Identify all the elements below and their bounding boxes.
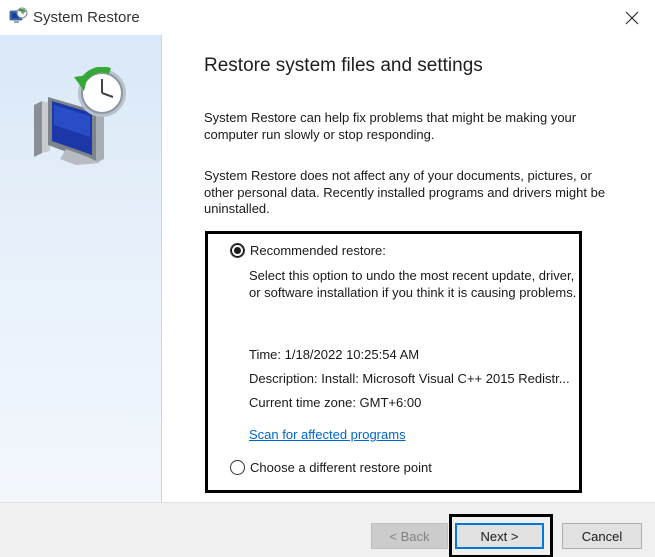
different-restore-point-radio[interactable] — [230, 460, 245, 475]
recommended-restore-description: Select this option to undo the most rece… — [249, 268, 577, 300]
close-icon — [625, 11, 639, 24]
sidebar-panel — [0, 35, 162, 502]
back-button[interactable]: < Back — [371, 523, 448, 549]
next-button[interactable]: Next > — [455, 523, 544, 549]
dialog-footer: < Back Next > Cancel — [0, 502, 655, 557]
recommended-restore-radio[interactable] — [230, 243, 245, 258]
intro-paragraph: System Restore can help fix problems tha… — [204, 110, 577, 142]
restore-point-timezone: Current time zone: GMT+6:00 — [249, 395, 422, 410]
info-paragraph: System Restore does not affect any of yo… — [204, 168, 606, 216]
restore-point-time: Time: 1/18/2022 10:25:54 AM — [249, 347, 420, 362]
system-restore-icon — [9, 7, 28, 23]
page-title: Restore system files and settings — [204, 55, 483, 76]
restore-options-group: Recommended restore: Select this option … — [205, 231, 582, 493]
window-title: System Restore — [33, 9, 140, 26]
title-bar: System Restore — [0, 0, 655, 35]
computer-clock-restore-icon — [34, 67, 126, 165]
scan-affected-programs-link[interactable]: Scan for affected programs — [249, 427, 406, 442]
recommended-restore-label: Recommended restore: — [250, 243, 386, 258]
close-button[interactable] — [609, 0, 655, 35]
restore-point-description: Description: Install: Microsoft Visual C… — [249, 371, 570, 386]
different-restore-point-option[interactable]: Choose a different restore point — [230, 460, 432, 475]
recommended-restore-option[interactable]: Recommended restore: — [230, 243, 386, 258]
different-restore-point-label: Choose a different restore point — [250, 460, 432, 475]
cancel-button[interactable]: Cancel — [562, 523, 642, 549]
main-content: Restore system files and settings System… — [163, 35, 655, 502]
